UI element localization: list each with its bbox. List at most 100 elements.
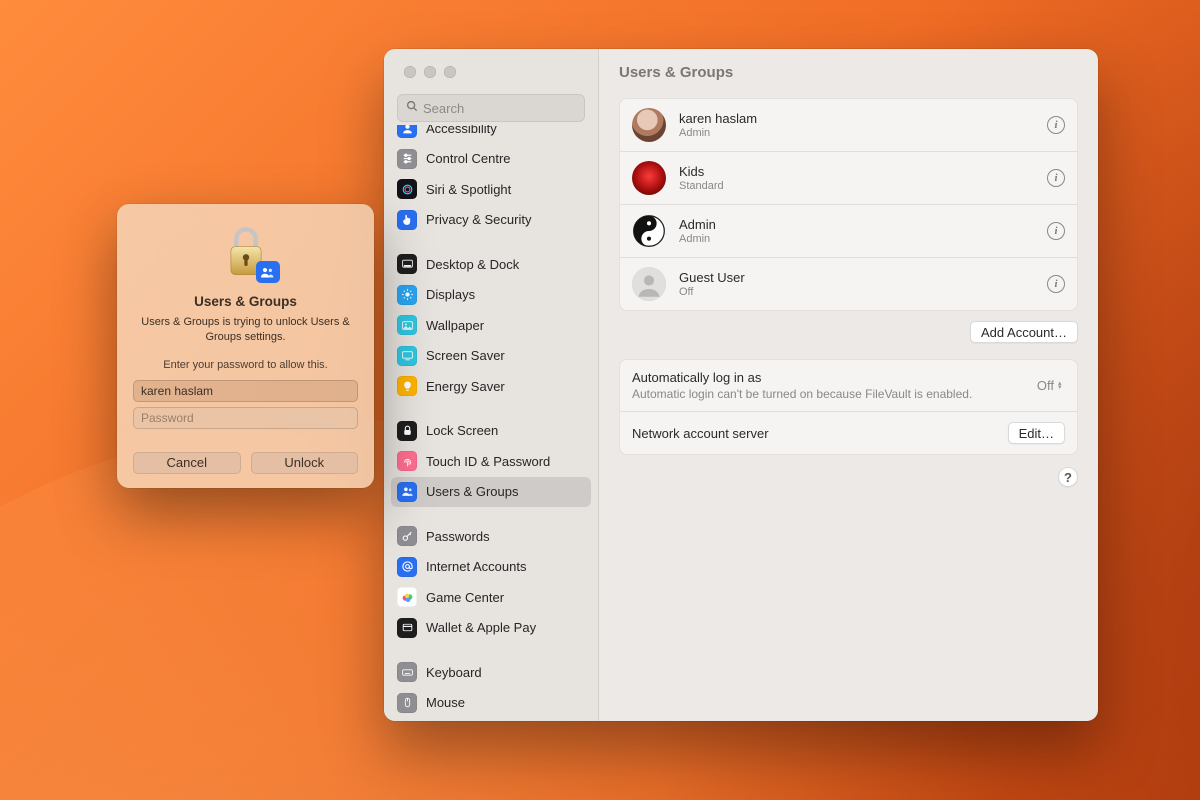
sidebar-item-internet-accounts[interactable]: Internet Accounts	[391, 552, 591, 582]
auto-login-label: Automatically log in as	[632, 370, 1025, 385]
auth-dialog: Users & Groups Users & Groups is trying …	[117, 204, 374, 488]
auto-login-note: Automatic login can't be turned on becau…	[632, 387, 1025, 401]
sidebar-item-passwords[interactable]: Passwords	[391, 521, 591, 551]
siri-icon	[397, 179, 417, 199]
sidebar-item-label: Desktop & Dock	[426, 257, 519, 272]
close-button[interactable]	[404, 66, 416, 78]
user-name: Kids	[679, 164, 1034, 179]
sidebar-item-label: Displays	[426, 287, 475, 302]
sidebar-item-label: Siri & Spotlight	[426, 182, 511, 197]
avatar	[632, 161, 666, 195]
auth-title: Users & Groups	[194, 294, 297, 309]
user-name: Admin	[679, 217, 1034, 232]
avatar	[632, 108, 666, 142]
user-info-button[interactable]: i	[1047, 116, 1065, 134]
sidebar-item-mouse[interactable]: Mouse	[391, 688, 591, 718]
at-icon	[397, 557, 417, 577]
auth-message: Users & Groups is trying to unlock Users…	[133, 315, 358, 345]
auto-login-value: Off	[1037, 378, 1054, 393]
sun-icon	[397, 285, 417, 305]
sidebar-item-displays[interactable]: Displays	[391, 280, 591, 310]
sidebar-item-label: Screen Saver	[426, 348, 505, 363]
auth-password-field[interactable]	[133, 407, 358, 429]
page-title: Users & Groups	[619, 49, 1078, 95]
kb-icon	[397, 662, 417, 682]
sidebar-item-privacy-security[interactable]: Privacy & Security	[391, 205, 591, 235]
screen-icon	[397, 346, 417, 366]
sidebar-item-label: Control Centre	[426, 151, 511, 166]
avatar	[632, 267, 666, 301]
sidebar-item-label: Passwords	[426, 529, 490, 544]
auth-username-field[interactable]	[133, 380, 358, 402]
sidebar-item-wallpaper[interactable]: Wallpaper	[391, 310, 591, 340]
chevron-updown-icon: ▴▾	[1058, 382, 1065, 390]
sidebar-item-label: Keyboard	[426, 665, 482, 680]
user-row[interactable]: Guest UserOff i	[620, 258, 1077, 310]
search-field[interactable]	[397, 94, 585, 122]
sidebar-item-lock-screen[interactable]: Lock Screen	[391, 416, 591, 446]
people-icon	[397, 482, 417, 502]
user-info-button[interactable]: i	[1047, 169, 1065, 187]
user-role: Standard	[679, 180, 1034, 192]
key-icon	[397, 526, 417, 546]
sidebar-item-game-center[interactable]: Game Center	[391, 582, 591, 612]
sidebar: Accessibility Control Centre Siri & Spotli…	[384, 49, 599, 721]
gc-icon	[397, 587, 417, 607]
lock-icon	[397, 421, 417, 441]
search-input[interactable]	[423, 101, 599, 116]
cancel-button[interactable]: Cancel	[133, 452, 241, 474]
mouse-icon	[397, 693, 417, 713]
sidebar-item-siri-spotlight[interactable]: Siri & Spotlight	[391, 174, 591, 204]
person-icon	[397, 125, 417, 138]
avatar	[632, 214, 666, 248]
sidebar-item-label: Touch ID & Password	[426, 454, 550, 469]
sidebar-item-desktop-dock[interactable]: Desktop & Dock	[391, 249, 591, 279]
login-options-panel: Automatically log in as Automatic login …	[619, 359, 1078, 455]
user-info-button[interactable]: i	[1047, 275, 1065, 293]
sidebar-item-screen-saver[interactable]: Screen Saver	[391, 341, 591, 371]
sidebar-item-label: Users & Groups	[426, 484, 518, 499]
photo-icon	[397, 315, 417, 335]
zoom-button[interactable]	[444, 66, 456, 78]
sidebar-item-label: Mouse	[426, 695, 465, 710]
auto-login-popup[interactable]: Off ▴▾	[1037, 378, 1065, 393]
network-account-label: Network account server	[632, 426, 996, 441]
auth-subtext: Enter your password to allow this.	[163, 359, 327, 371]
edit-network-account-button[interactable]: Edit…	[1008, 422, 1065, 444]
search-icon	[398, 99, 423, 118]
sidebar-item-label: Wallet & Apple Pay	[426, 620, 536, 635]
sidebar-item-label: Accessibility	[426, 125, 497, 136]
sidebar-item-users-groups[interactable]: Users & Groups	[391, 477, 591, 507]
minimize-button[interactable]	[424, 66, 436, 78]
system-settings-window: Accessibility Control Centre Siri & Spotli…	[384, 49, 1098, 721]
sidebar-item-label: Privacy & Security	[426, 212, 531, 227]
user-row[interactable]: KidsStandard i	[620, 152, 1077, 205]
user-role: Off	[679, 286, 1034, 298]
finger-icon	[397, 451, 417, 471]
user-row[interactable]: AdminAdmini	[620, 205, 1077, 258]
unlock-button[interactable]: Unlock	[251, 452, 359, 474]
sidebar-list[interactable]: Accessibility Control Centre Siri & Spotli…	[384, 125, 598, 721]
user-role: Admin	[679, 127, 1034, 139]
lock-icon	[218, 224, 274, 280]
window-controls	[384, 49, 598, 94]
add-account-button[interactable]: Add Account…	[970, 321, 1078, 343]
sidebar-item-label: Wallpaper	[426, 318, 484, 333]
help-button[interactable]: ?	[1058, 467, 1078, 487]
sidebar-item-control-centre[interactable]: Control Centre	[391, 144, 591, 174]
wallet-icon	[397, 618, 417, 638]
sidebar-item-label: Game Center	[426, 590, 504, 605]
sidebar-item-accessibility[interactable]: Accessibility	[391, 125, 591, 143]
sidebar-item-wallet-apple-pay[interactable]: Wallet & Apple Pay	[391, 613, 591, 643]
sidebar-item-label: Energy Saver	[426, 379, 505, 394]
content-pane: Users & Groups karen haslamAdminiKidsSta…	[599, 49, 1098, 721]
user-name: karen haslam	[679, 111, 1034, 126]
user-name: Guest User	[679, 270, 1034, 285]
sidebar-item-energy-saver[interactable]: Energy Saver	[391, 371, 591, 401]
user-row[interactable]: karen haslamAdmin i	[620, 99, 1077, 152]
sidebar-item-touch-id-password[interactable]: Touch ID & Password	[391, 446, 591, 476]
user-info-button[interactable]: i	[1047, 222, 1065, 240]
sidebar-item-label: Lock Screen	[426, 423, 498, 438]
sidebar-item-keyboard[interactable]: Keyboard	[391, 657, 591, 687]
sidebar-item-label: Internet Accounts	[426, 559, 526, 574]
